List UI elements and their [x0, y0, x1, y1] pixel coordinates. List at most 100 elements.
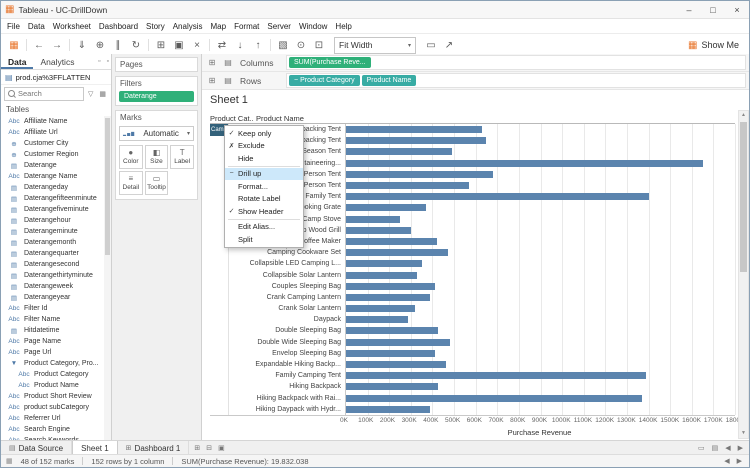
pill-product-name[interactable]: Product Name [361, 75, 417, 86]
color-button[interactable]: ● Color [119, 145, 143, 169]
share-workbook-icon[interactable]: ↗ [440, 37, 458, 53]
bar-camp-cooking-grate[interactable] [346, 204, 426, 212]
scroll-tabs-left-icon[interactable]: ◀ [723, 444, 732, 452]
tooltip-button[interactable]: ▭ Tooltip [144, 171, 169, 195]
menu-file[interactable]: File [3, 22, 24, 31]
bar-6-person-tent[interactable] [346, 170, 493, 178]
bar-cabin-family-tent[interactable] [346, 193, 649, 201]
new-story-icon[interactable]: ▣ [216, 444, 227, 452]
menu-item-hide[interactable]: Hide [225, 152, 303, 165]
menu-item-exclude[interactable]: ✗ Exclude [225, 140, 303, 153]
bar-4-season-mountaineering[interactable] [346, 159, 703, 167]
menu-format[interactable]: Format [230, 22, 263, 31]
row-label-crank-solar-lantern[interactable]: Crank Solar Lantern [229, 303, 345, 314]
group-members-icon[interactable]: ⊙ [292, 37, 310, 53]
sheet-tab-data-source[interactable]: ▤ Data Source [1, 441, 73, 455]
bar-couples-sleeping-bag[interactable] [346, 282, 435, 290]
menu-item-rotate-label[interactable]: Rotate Label [225, 193, 303, 206]
row-label-collapsible-led-camping-l[interactable]: Collapsible LED Camping L... [229, 258, 345, 269]
row-label-double-wide-sleeping-bag[interactable]: Double Wide Sleeping Bag [229, 337, 345, 348]
search-input[interactable] [18, 89, 80, 98]
menu-data[interactable]: Data [24, 22, 49, 31]
field-daterangeyear[interactable]: ▤ Daterangeyear [1, 292, 104, 303]
row-label-couples-sleeping-bag[interactable]: Couples Sleeping Bag [229, 281, 345, 292]
add-data-source-icon[interactable]: ⊕ [91, 37, 109, 53]
row-label-envelop-sleeping-bag[interactable]: Envelop Sleeping Bag [229, 348, 345, 359]
row-label-camping-cookware-set[interactable]: Camping Cookware Set [229, 247, 345, 258]
field-page-url[interactable]: Abc Page Url [1, 347, 104, 358]
bar-double-wide-sleeping-bag[interactable] [346, 338, 450, 346]
row-label-expandable-hiking-backp[interactable]: Expandable Hiking Backp... [229, 359, 345, 370]
scrollbar-thumb[interactable] [740, 122, 747, 273]
menu-story[interactable]: Story [142, 22, 169, 31]
row-label-collapsible-solar-lantern[interactable]: Collapsible Solar Lantern [229, 269, 345, 280]
bar-8-person-tent[interactable] [346, 182, 470, 190]
field-daterangethirtyminute[interactable]: ▤ Daterangethirtyminute [1, 270, 104, 281]
sheet-tab-sheet-1[interactable]: Sheet 1 [72, 441, 118, 455]
scroll-right-icon[interactable]: ▶ [735, 457, 744, 465]
show-filmstrip-icon[interactable]: ▭ [696, 444, 707, 452]
bar-camping-coffee-maker[interactable] [346, 237, 437, 245]
show-mark-labels-icon[interactable]: ⊡ [310, 37, 328, 53]
bar-camp-wood-grill[interactable] [346, 226, 411, 234]
duplicate-sheet-icon[interactable]: ▣ [170, 37, 188, 53]
field-daterange-name[interactable]: Abc Daterange Name [1, 171, 104, 182]
menu-item-keep-only[interactable]: ✓ Keep only [225, 127, 303, 140]
sort-descending-icon[interactable]: ↑ [249, 37, 267, 53]
field-filter-id[interactable]: Abc Filter Id [1, 303, 104, 314]
undo-icon[interactable]: ← [30, 37, 48, 53]
tab-analytics[interactable]: Analytics [33, 54, 81, 69]
field-daterangeday[interactable]: ▤ Daterangeday [1, 182, 104, 193]
vertical-scrollbar[interactable]: ▲ ▼ [738, 110, 749, 439]
field-daterangesecond[interactable]: ▤ Daterangesecond [1, 259, 104, 270]
close-button[interactable]: × [725, 1, 749, 18]
field-product-name[interactable]: Abc Product Name [1, 380, 104, 391]
sort-ascending-icon[interactable]: ↓ [231, 37, 249, 53]
field-daterangefiveminute[interactable]: ▤ Daterangefiveminute [1, 204, 104, 215]
bar-camping-cookware-set[interactable] [346, 249, 448, 257]
scroll-down-icon[interactable]: ▼ [739, 429, 748, 438]
bar-daypack[interactable] [346, 316, 408, 324]
tab-data[interactable]: Data [1, 54, 33, 69]
bar-3-season-tent[interactable] [346, 148, 452, 156]
pill-product-category[interactable]: − Product Category [289, 75, 360, 86]
collapse-pane-icon[interactable]: ▫ [105, 58, 111, 65]
bar-expandable-hiking-backp[interactable] [346, 361, 447, 369]
bar-camp-stove[interactable] [346, 215, 401, 223]
datasource-item[interactable]: ▤ prod.cja%3FFLATTEN [1, 70, 111, 85]
page-layout-icon[interactable]: ⊞ [205, 76, 219, 85]
x-axis[interactable]: 0K 100K 200K 300K 400K 500K 600K 700K 800K 900K 10… [210, 416, 744, 426]
label-button[interactable]: T Label [170, 145, 194, 169]
field-daterange[interactable]: ▤ Daterange [1, 160, 104, 171]
detail-button[interactable]: ≡ Detail [119, 171, 143, 195]
field-daterangeminute[interactable]: ▤ Daterangeminute [1, 226, 104, 237]
row-label-crank-camping-lantern[interactable]: Crank Camping Lantern [229, 292, 345, 303]
field-daterangequarter[interactable]: ▤ Daterangequarter [1, 248, 104, 259]
field-product-category-pro[interactable]: ▼ Product Category, Pro... [1, 358, 104, 369]
bar-crank-solar-lantern[interactable] [346, 305, 416, 313]
menu-item-edit-alias[interactable]: Edit Alias... [225, 221, 303, 234]
field-product-subcategory[interactable]: Abc product subCategory [1, 402, 104, 413]
columns-shelf[interactable]: SUM(Purchase Reve... [286, 55, 746, 70]
menu-worksheet[interactable]: Worksheet [49, 22, 95, 31]
redo-icon[interactable]: → [48, 37, 66, 53]
rows-shelf[interactable]: − Product Category Product Name [286, 73, 746, 88]
format-grid-icon[interactable]: ▤ [221, 58, 235, 67]
menu-dashboard[interactable]: Dashboard [95, 22, 142, 31]
field-search-engine[interactable]: Abc Search Engine [1, 424, 104, 435]
field-affiliate-url[interactable]: Abc Affiliate Url [1, 127, 104, 138]
clear-sheet-icon[interactable]: × [188, 37, 206, 53]
row-label-hiking-backpack[interactable]: Hiking Backpack [229, 381, 345, 392]
minus-icon[interactable]: − [294, 77, 298, 84]
field-daterangemonth[interactable]: ▤ Daterangemonth [1, 237, 104, 248]
bar-collapsible-solar-lantern[interactable] [346, 271, 418, 279]
fields-scrollbar[interactable] [104, 116, 111, 441]
new-dashboard-icon[interactable]: ⊟ [204, 444, 214, 452]
field-referrer-url[interactable]: Abc Referrer Url [1, 413, 104, 424]
pill-sum-purchase-reve[interactable]: SUM(Purchase Reve... [289, 57, 371, 68]
show-me-button[interactable]: ▦ Show Me [682, 40, 745, 51]
menu-window[interactable]: Window [295, 22, 331, 31]
menu-analysis[interactable]: Analysis [169, 22, 207, 31]
field-hitdatetime[interactable]: ▤ Hitdatetime [1, 325, 104, 336]
bar-double-sleeping-bag[interactable] [346, 327, 438, 335]
